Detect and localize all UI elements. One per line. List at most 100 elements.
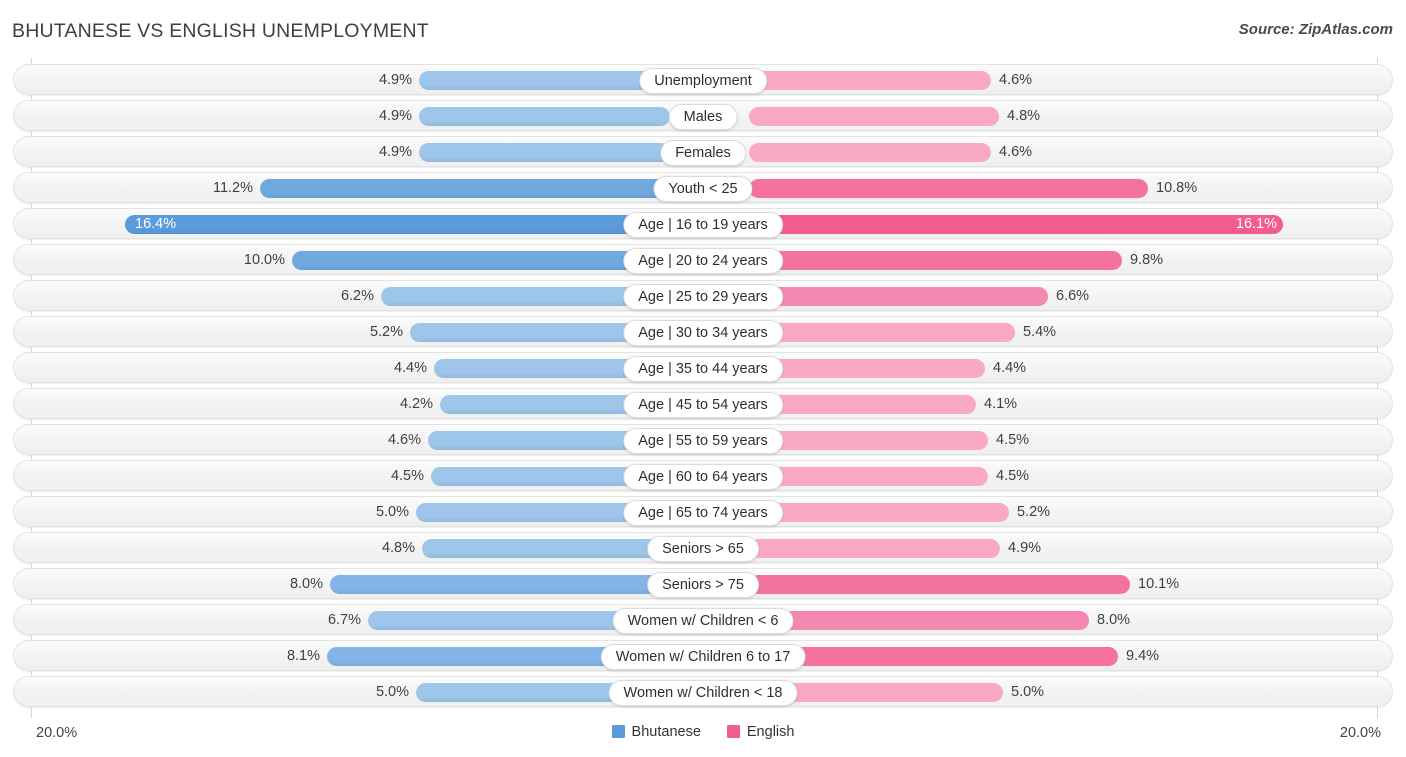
value-label-bhutanese: 4.9% xyxy=(378,72,412,88)
table-row[interactable]: 4.5% 4.5% Age | 60 to 64 years xyxy=(13,460,1393,491)
category-label[interactable]: Age | 16 to 19 years xyxy=(623,212,783,238)
table-row[interactable]: 5.0% 5.0% Women w/ Children < 18 xyxy=(13,676,1393,707)
bar-english[interactable] xyxy=(749,107,999,126)
table-row[interactable]: 6.7% 8.0% Women w/ Children < 6 xyxy=(13,604,1393,635)
value-label-bhutanese: 4.6% xyxy=(387,432,421,448)
value-label-bhutanese: 4.9% xyxy=(378,108,412,124)
value-label-english: 8.0% xyxy=(1097,612,1131,628)
table-row[interactable]: 11.2% 10.8% Youth < 25 xyxy=(13,172,1393,203)
category-label[interactable]: Age | 60 to 64 years xyxy=(623,464,783,490)
legend-item[interactable]: Bhutanese xyxy=(611,724,701,740)
chart-plot-area: 4.9% 4.6% Unemployment 4.9% 4.8% Males 4.9% 4.6… xyxy=(0,58,1406,718)
value-label-english: 4.5% xyxy=(996,468,1030,484)
value-label-english: 5.4% xyxy=(1023,324,1057,340)
bar-english[interactable] xyxy=(749,215,1283,234)
chart-footer: 20.0% 20.0% Bhutanese English xyxy=(0,718,1406,757)
category-label[interactable]: Women w/ Children < 6 xyxy=(612,608,794,634)
table-row[interactable]: 5.0% 5.2% Age | 65 to 74 years xyxy=(13,496,1393,527)
bar-bhutanese[interactable] xyxy=(419,143,670,162)
table-row[interactable]: 4.9% 4.6% Unemployment xyxy=(13,64,1393,95)
value-label-bhutanese: 4.8% xyxy=(381,540,415,556)
category-label[interactable]: Seniors > 65 xyxy=(647,536,759,562)
bar-english[interactable] xyxy=(749,575,1130,594)
bar-english[interactable] xyxy=(749,359,985,378)
legend-swatch-icon xyxy=(611,725,625,738)
value-label-english: 5.0% xyxy=(1011,684,1045,700)
table-row[interactable]: 8.0% 10.1% Seniors > 75 xyxy=(13,568,1393,599)
value-label-english: 16.1% xyxy=(1235,216,1277,232)
category-label[interactable]: Age | 55 to 59 years xyxy=(623,428,783,454)
category-label[interactable]: Age | 35 to 44 years xyxy=(623,356,783,382)
category-label[interactable]: Women w/ Children < 18 xyxy=(608,680,798,706)
bar-english[interactable] xyxy=(749,395,976,414)
bar-english[interactable] xyxy=(749,467,988,486)
category-label[interactable]: Women w/ Children 6 to 17 xyxy=(600,644,806,670)
value-label-english: 10.1% xyxy=(1138,576,1180,592)
category-label[interactable]: Females xyxy=(660,140,746,166)
value-label-english: 6.6% xyxy=(1056,288,1090,304)
category-label[interactable]: Males xyxy=(668,104,738,130)
value-label-bhutanese: 4.4% xyxy=(393,360,427,376)
value-label-bhutanese: 8.1% xyxy=(286,648,320,664)
bar-english[interactable] xyxy=(749,287,1048,306)
value-label-english: 4.4% xyxy=(993,360,1027,376)
table-row[interactable]: 4.9% 4.6% Females xyxy=(13,136,1393,167)
bar-bhutanese[interactable] xyxy=(419,71,670,90)
value-label-english: 4.9% xyxy=(1008,540,1042,556)
category-label[interactable]: Age | 20 to 24 years xyxy=(623,248,783,274)
category-label[interactable]: Youth < 25 xyxy=(653,176,753,202)
table-row[interactable]: 6.2% 6.6% Age | 25 to 29 years xyxy=(13,280,1393,311)
table-row[interactable]: 4.4% 4.4% Age | 35 to 44 years xyxy=(13,352,1393,383)
table-row[interactable]: 10.0% 9.8% Age | 20 to 24 years xyxy=(13,244,1393,275)
table-row[interactable]: 4.8% 4.9% Seniors > 65 xyxy=(13,532,1393,563)
category-label[interactable]: Age | 25 to 29 years xyxy=(623,284,783,310)
bar-english[interactable] xyxy=(749,71,991,90)
category-label[interactable]: Age | 65 to 74 years xyxy=(623,500,783,526)
legend-swatch-icon xyxy=(726,725,740,738)
table-row[interactable]: 8.1% 9.4% Women w/ Children 6 to 17 xyxy=(13,640,1393,671)
value-label-bhutanese: 5.0% xyxy=(375,504,409,520)
value-label-bhutanese: 11.2% xyxy=(212,180,253,196)
value-label-bhutanese: 4.2% xyxy=(399,396,433,412)
value-label-english: 9.8% xyxy=(1130,252,1164,268)
bar-bhutanese[interactable] xyxy=(260,179,670,198)
category-label[interactable]: Age | 45 to 54 years xyxy=(623,392,783,418)
bar-english[interactable] xyxy=(749,503,1009,522)
bar-english[interactable] xyxy=(749,539,1000,558)
bar-bhutanese[interactable] xyxy=(292,251,670,270)
bar-english[interactable] xyxy=(749,143,991,162)
legend-item[interactable]: English xyxy=(726,724,794,740)
value-label-english: 9.4% xyxy=(1126,648,1160,664)
value-label-english: 4.5% xyxy=(996,432,1030,448)
value-label-english: 4.1% xyxy=(984,396,1018,412)
value-label-english: 5.2% xyxy=(1017,504,1051,520)
category-label[interactable]: Age | 30 to 34 years xyxy=(623,320,783,346)
bar-bhutanese[interactable] xyxy=(330,575,670,594)
bar-english[interactable] xyxy=(749,251,1122,270)
bar-bhutanese[interactable] xyxy=(422,539,670,558)
value-label-bhutanese: 6.2% xyxy=(340,288,374,304)
table-row[interactable]: 4.2% 4.1% Age | 45 to 54 years xyxy=(13,388,1393,419)
value-label-bhutanese: 5.2% xyxy=(369,324,403,340)
bar-bhutanese[interactable] xyxy=(419,107,670,126)
page-title: BHUTANESE VS ENGLISH UNEMPLOYMENT xyxy=(12,20,429,42)
value-label-english: 4.6% xyxy=(999,144,1033,160)
bar-english[interactable] xyxy=(749,323,1015,342)
table-row[interactable]: 4.6% 4.5% Age | 55 to 59 years xyxy=(13,424,1393,455)
table-row[interactable]: 16.4% 16.1% Age | 16 to 19 years xyxy=(13,208,1393,239)
value-label-english: 10.8% xyxy=(1156,180,1198,196)
value-label-bhutanese: 4.5% xyxy=(390,468,424,484)
legend-label: Bhutanese xyxy=(631,724,701,740)
category-label[interactable]: Unemployment xyxy=(639,68,767,94)
value-label-bhutanese: 10.0% xyxy=(243,252,285,268)
value-label-english: 4.6% xyxy=(999,72,1033,88)
bar-english[interactable] xyxy=(749,179,1148,198)
table-row[interactable]: 4.9% 4.8% Males xyxy=(13,100,1393,131)
bar-english[interactable] xyxy=(749,431,988,450)
table-row[interactable]: 5.2% 5.4% Age | 30 to 34 years xyxy=(13,316,1393,347)
bar-english[interactable] xyxy=(749,611,1089,630)
bar-bhutanese[interactable] xyxy=(125,215,670,234)
chart-header: BHUTANESE VS ENGLISH UNEMPLOYMENT Source… xyxy=(0,0,1406,58)
source-attribution: Source: ZipAtlas.com xyxy=(1238,21,1393,38)
category-label[interactable]: Seniors > 75 xyxy=(647,572,759,598)
